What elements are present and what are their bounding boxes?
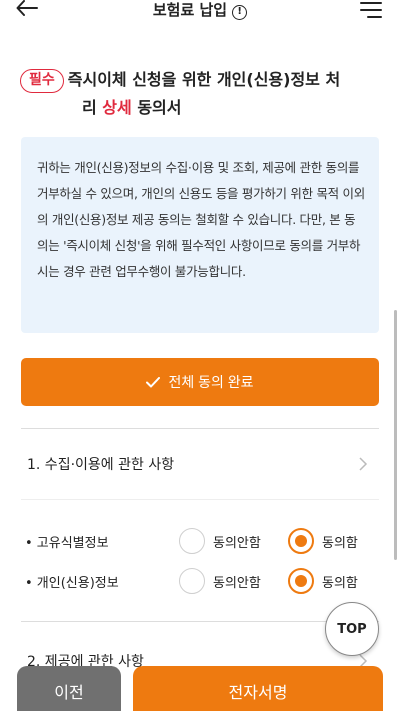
notice-box: 귀하는 개인(신용)정보의 수집·이용 및 조회, 제공에 관한 동의를 거부하… (21, 137, 379, 333)
info-icon[interactable]: ! (232, 5, 248, 20)
chevron-right-icon (359, 457, 368, 471)
agree-option[interactable]: 동의함 (288, 526, 358, 556)
footer: 이전 전자서명 (0, 666, 400, 711)
agree-all-label: 전체 동의 완료 (168, 374, 254, 390)
disagree-option[interactable]: 동의안함 (179, 566, 261, 596)
e-signature-button[interactable]: 전자서명 (133, 666, 383, 711)
page-title-wrap: 보험료 납입! (0, 0, 400, 20)
consent-title: 필수 즉시이체 신청을 위한 개인(신용)정보 처 리 상세 동의서 (20, 66, 370, 122)
section-label: 1. 수집·이용에 관한 사항 (27, 457, 175, 473)
agree-radio[interactable] (288, 568, 314, 594)
disagree-radio[interactable] (179, 568, 205, 594)
consent-row-personal-credit: • 개인(신용)정보 동의안함 동의함 (21, 566, 379, 596)
scroll-top-button[interactable]: TOP (325, 602, 379, 656)
notice-text: 귀하는 개인(신용)정보의 수집·이용 및 조회, 제공에 관한 동의를 거부하… (37, 160, 365, 279)
consent-row-unique-id: • 고유식별정보 동의안함 동의함 (21, 526, 379, 556)
check-icon (146, 376, 161, 387)
agree-option[interactable]: 동의함 (288, 566, 358, 596)
consent-label: • 고유식별정보 (25, 536, 109, 551)
page-title: 보험료 납입 (152, 1, 228, 19)
title-line2-prefix: 리 (82, 98, 103, 117)
title-line2-suffix: 동의서 (131, 98, 182, 117)
agree-label: 동의함 (322, 575, 358, 591)
title-line1: 즉시이체 신청을 위한 개인(신용)정보 처 (67, 70, 341, 89)
prev-button[interactable]: 이전 (17, 666, 121, 711)
section-collection-usage[interactable]: 1. 수집·이용에 관한 사항 (21, 429, 379, 499)
title-highlight: 상세 (102, 98, 132, 117)
divider (21, 499, 379, 500)
agree-all-button[interactable]: 전체 동의 완료 (21, 358, 379, 406)
disagree-label: 동의안함 (213, 575, 261, 591)
agree-radio[interactable] (288, 528, 314, 554)
disagree-label: 동의안함 (213, 535, 261, 551)
disagree-option[interactable]: 동의안함 (179, 526, 261, 556)
consent-label: • 개인(신용)정보 (25, 576, 119, 591)
menu-button[interactable] (360, 2, 382, 18)
title-line2: 리 상세 동의서 (20, 94, 370, 122)
disagree-radio[interactable] (179, 528, 205, 554)
scrollbar[interactable] (394, 310, 397, 560)
agree-label: 동의함 (322, 535, 358, 551)
required-badge: 필수 (20, 69, 64, 93)
hamburger-menu-icon (360, 2, 382, 18)
header: 보험료 납입! (0, 0, 400, 24)
